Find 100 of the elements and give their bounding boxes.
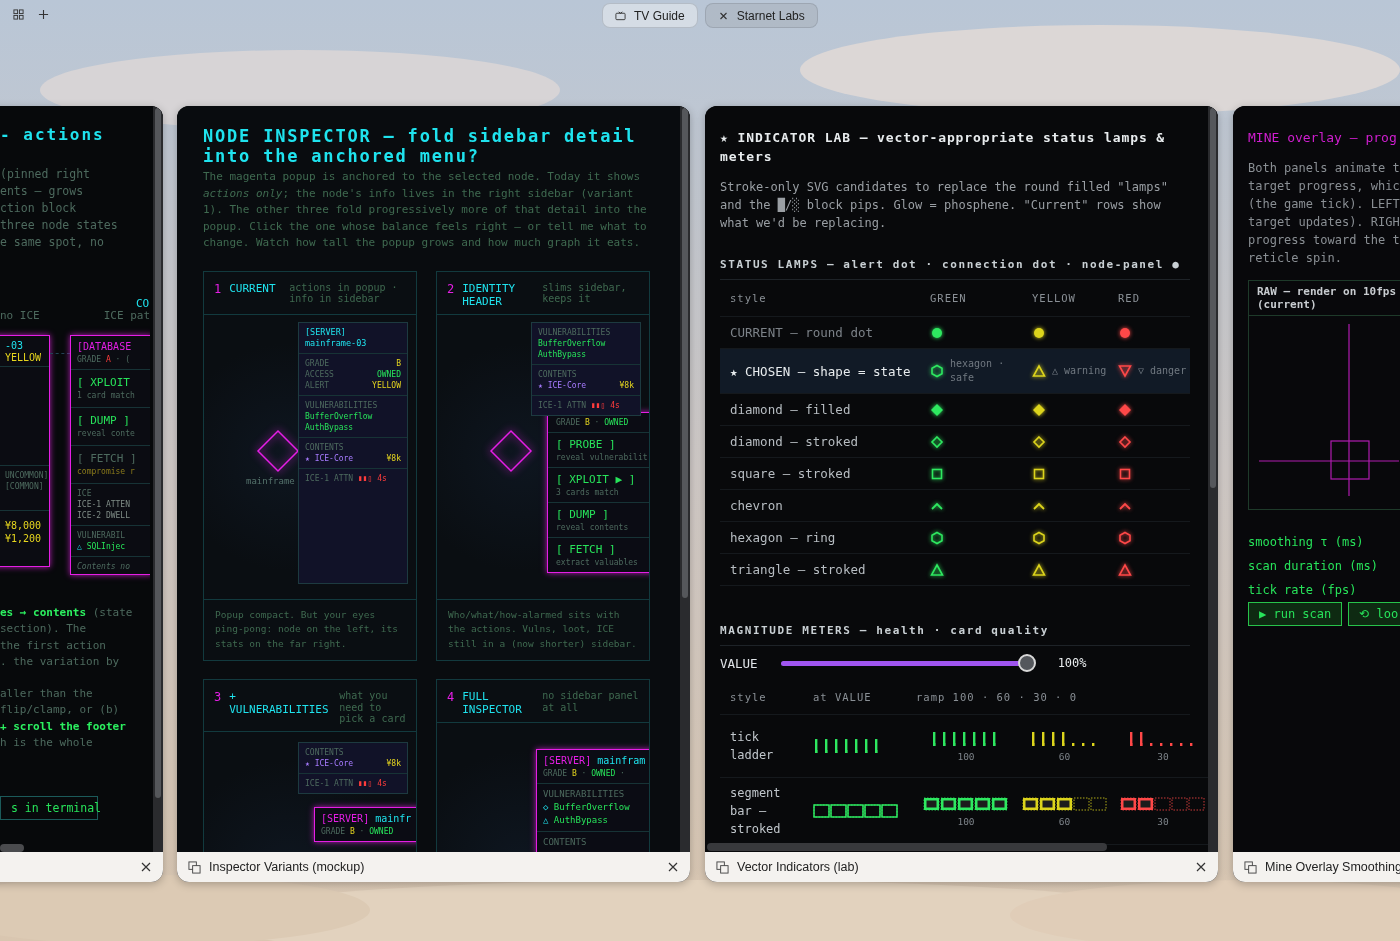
- paragraph-text: aller than the: [0, 686, 94, 703]
- column-header: style: [730, 292, 768, 304]
- style-label: diamond — stroked: [730, 434, 859, 449]
- control-label: scan duration (ms): [1248, 558, 1380, 575]
- panel-text: [SERVER] mainfram: [543, 754, 647, 768]
- panel-text: ◇ BufferOverflow: [543, 801, 631, 814]
- paragraph-text: + scroll the footer: [0, 718, 127, 735]
- panel-text: [SERVER] mainfr: [321, 811, 413, 826]
- control-label: tick rate (fps): [1248, 582, 1358, 599]
- column-header: GREEN: [930, 292, 968, 304]
- action-item[interactable]: [ FETCH ] extract valuables: [548, 537, 649, 572]
- close-icon[interactable]: [667, 861, 679, 873]
- panel-text: GRADE B · OWNED: [321, 825, 395, 837]
- panel-text: CONTENTS: [305, 746, 345, 758]
- tab[interactable]: TV Guide: [602, 3, 698, 28]
- window-heading: NODE INSPECTOR — fold sidebar detail into the anchored menu?: [203, 126, 638, 166]
- intro-text: three node states: [0, 217, 119, 234]
- paragraph-text: section). The: [0, 621, 88, 638]
- panel-text: ICE-2 DWELL: [77, 510, 131, 521]
- column-label: ICE pat: [103, 309, 150, 324]
- panel-text: VULNERABIL: [77, 530, 127, 541]
- panel-text: GRADE B: [305, 357, 401, 369]
- panel-text: ★ ICE-Core ¥8k: [305, 452, 401, 464]
- panel-text: ICE: [77, 488, 93, 499]
- node-diamond-icon[interactable]: [489, 428, 533, 473]
- panel-text: [COMMON]: [5, 481, 43, 492]
- panel-text: [SERVER]: [305, 326, 347, 338]
- ramp-label: 100: [957, 815, 975, 827]
- lamp-row[interactable]: chevron: [720, 490, 1190, 522]
- close-icon[interactable]: [1195, 861, 1207, 873]
- action-item[interactable]: [ DUMP ] reveal contents: [548, 502, 649, 538]
- panel-text: △ SQLInjec: [77, 541, 127, 552]
- variant-number: 3: [214, 690, 222, 704]
- plus-icon[interactable]: [38, 9, 49, 20]
- panel-text: GRADE B · OWNED: [556, 416, 630, 428]
- variant-number: 1: [214, 281, 222, 296]
- panel-text: VULNERABILITIES: [538, 326, 612, 338]
- panel-text: ICE-1 ATTN ▮▮▯ 4s: [305, 777, 388, 789]
- lamp-row[interactable]: diamond — filled: [720, 394, 1190, 426]
- scrollbar[interactable]: [1208, 106, 1218, 852]
- paragraph-text: es → contents (state: [0, 605, 134, 621]
- column-header: ramp 100 · 60 · 30 · 0: [916, 691, 1079, 703]
- ramp-label: 100: [957, 750, 975, 762]
- intro-text: (pinned right: [0, 166, 91, 183]
- intro-text: e same spot, no: [0, 234, 105, 251]
- section-heading: MAGNITUDE METERS — health · card quality: [720, 622, 1190, 646]
- ramp-label: 60: [1058, 815, 1071, 827]
- action-item[interactable]: [ FETCH ] compromise r: [71, 446, 150, 484]
- variant-card[interactable]: [203, 270, 417, 661]
- panel-title: RAW — render on 10fps (current): [1249, 281, 1400, 316]
- panel-text: BufferOverflow: [538, 337, 607, 349]
- scrollbar[interactable]: [680, 106, 690, 852]
- intro-text: target updates). RIGH: [1248, 214, 1400, 231]
- action-item[interactable]: [ PROBE ] reveal vulnerabilit: [548, 432, 649, 468]
- window-icon: [1244, 860, 1257, 874]
- panel-text: ¥1,200: [5, 532, 43, 545]
- variant-card[interactable]: 4 FULL INSPECTOR no sidebar panel at all [SERVER] mainfram GRADE B · OWNED · VULNERABILITIES ◇ BufferOverflow △ AuthBypass CONTENTS: [436, 679, 650, 852]
- ramp-label: 30: [1157, 815, 1169, 827]
- action-item[interactable]: [ XPLOIT 1 card match: [71, 370, 150, 408]
- tab[interactable]: Starnet Labs: [704, 3, 818, 28]
- section-heading: STATUS LAMPS — alert dot · connection dot · node-panel ●: [720, 256, 1190, 280]
- node-diamond-icon[interactable]: [256, 428, 300, 473]
- close-icon[interactable]: [140, 861, 152, 873]
- close-icon[interactable]: [717, 10, 729, 21]
- panel-text: AuthBypass: [538, 348, 588, 360]
- style-label: chevron: [730, 498, 784, 513]
- terminal-button[interactable]: s in terminal: [0, 796, 98, 821]
- action-button[interactable]: ▶ run scan: [1248, 602, 1343, 626]
- lamp-caption: △ warning: [1052, 364, 1108, 378]
- column-label: no ICE: [0, 309, 40, 324]
- panel-text: ★ ICE-Core ¥8k: [305, 757, 401, 769]
- lamp-row[interactable]: diamond — stroked: [720, 426, 1190, 458]
- lamp-row[interactable]: ★ CHOSEN — shape = state hexagon · safe △ warning ▽ danger: [720, 349, 1190, 394]
- slider-label: VALUE: [720, 655, 758, 671]
- scrollbar[interactable]: [153, 106, 163, 852]
- scrollbar[interactable]: [0, 844, 24, 852]
- panel-text: VULNERABILITIES: [305, 399, 379, 411]
- action-button[interactable]: ⟲ loo: [1348, 602, 1400, 626]
- panel-text: ¥8,000: [5, 519, 43, 532]
- variant-title: + VULNERABILITIES: [229, 690, 330, 716]
- style-label: diamond — filled: [730, 402, 852, 417]
- panel-text: ALERT YELLOW: [305, 379, 401, 391]
- lamp-row[interactable]: square — stroked: [720, 458, 1190, 490]
- panel-text: VULNERABILITIES: [543, 788, 626, 801]
- variant-card[interactable]: [436, 270, 650, 661]
- grid-icon[interactable]: [13, 9, 24, 20]
- variant-card[interactable]: 3 + VULNERABILITIES what you need to pick a card [SERVER] mainfr GRADE B · OWNED CONTENTS ★ ICE-Core ¥8k ICE-1 ATTN ▮▮▯ 4s: [203, 679, 417, 852]
- scrollbar[interactable]: [707, 843, 1107, 851]
- lamp-row[interactable]: hexagon — ring: [720, 522, 1190, 554]
- lamp-row[interactable]: triangle — stroked: [720, 554, 1190, 586]
- action-item[interactable]: [ DUMP ] reveal conte: [71, 408, 150, 446]
- window-heading: MINE overlay — prog: [1248, 129, 1398, 147]
- control-label: smoothing τ (ms): [1248, 534, 1365, 551]
- node-label: mainframe: [246, 475, 295, 486]
- intro-text: reticle spin.: [1248, 250, 1343, 267]
- action-item[interactable]: [ XPLOIT ▶ ] 3 cards match: [548, 467, 649, 503]
- intro-text: progress toward the t: [1248, 232, 1400, 249]
- tv-icon: [615, 10, 626, 21]
- column-header: at VALUE: [813, 691, 873, 703]
- lamp-caption: ▽ danger: [1138, 364, 1188, 378]
